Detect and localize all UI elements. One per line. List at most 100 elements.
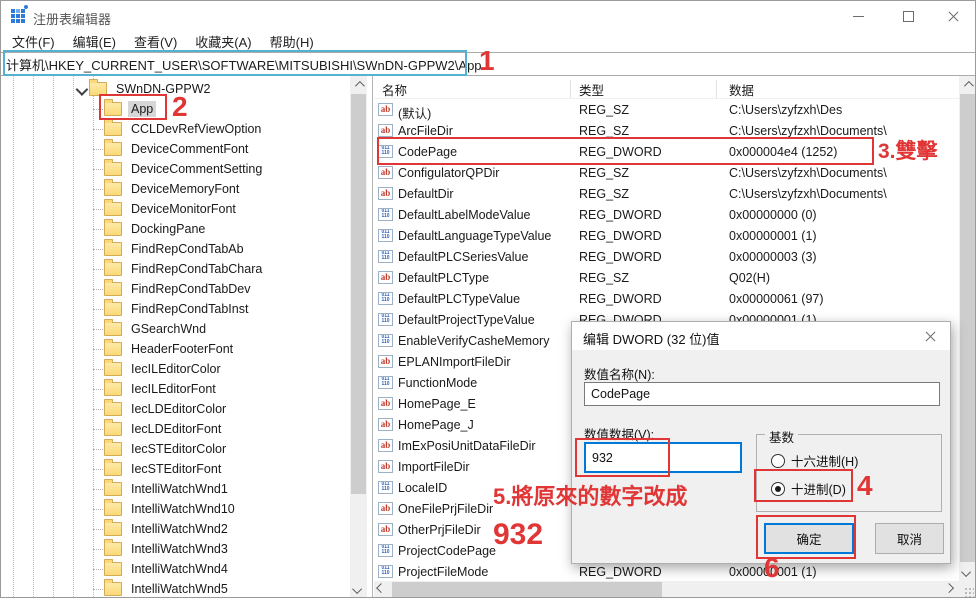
column-divider[interactable] — [570, 80, 571, 98]
ok-button[interactable]: 确定 — [764, 523, 854, 554]
value-name: ImportFileDir — [398, 460, 470, 474]
tree-node-label: IecSTEditorFont — [128, 461, 224, 477]
value-row-DefaultLabelModeValue[interactable]: 011110DefaultLabelModeValueREG_DWORD0x00… — [374, 205, 959, 226]
tree-node-label: IecSTEditorColor — [128, 441, 229, 457]
tree-node-FindRepCondTabAb[interactable]: FindRepCondTabAb — [1, 239, 265, 259]
value-row-(默认)[interactable]: ab(默认)REG_SZC:\Users\zyfzxh\Des — [374, 100, 959, 121]
tree-node-DeviceMemoryFont[interactable]: DeviceMemoryFont — [1, 179, 265, 199]
value-name: ImExPosiUnitDataFileDir — [398, 439, 536, 453]
tree-node-label: FindRepCondTabChara — [128, 261, 265, 277]
tree-connector — [93, 189, 103, 190]
value-name-text: CodePage — [591, 387, 650, 401]
value-type: REG_SZ — [579, 103, 629, 117]
scroll-right-button[interactable] — [942, 581, 959, 598]
tree-node-IntelliWatchWnd4[interactable]: IntelliWatchWnd4 — [1, 559, 265, 579]
menu-item-2[interactable]: 查看(V) — [125, 32, 186, 51]
value-row-DefaultDir[interactable]: abDefaultDirREG_SZC:\Users\zyfzxh\Docume… — [374, 184, 959, 205]
chevron-down-icon[interactable] — [75, 83, 88, 96]
reg-dword-icon: 011110 — [378, 145, 393, 158]
folder-icon — [104, 142, 122, 156]
tree-connector — [93, 509, 103, 510]
tree-node-IntelliWatchWnd5[interactable]: IntelliWatchWnd5 — [1, 579, 265, 598]
tree-node-IntelliWatchWnd1[interactable]: IntelliWatchWnd1 — [1, 479, 265, 499]
tree-node-DeviceCommentSetting[interactable]: DeviceCommentSetting — [1, 159, 265, 179]
tree-connector — [93, 229, 103, 230]
tree-node-FindRepCondTabChara[interactable]: FindRepCondTabChara — [1, 259, 265, 279]
radio-hexadecimal[interactable]: 十六进制(H) — [771, 451, 858, 470]
folder-icon — [104, 502, 122, 516]
radio-decimal[interactable]: 十进制(D) — [771, 479, 846, 498]
value-row-ProjectFileMode[interactable]: 011110ProjectFileModeREG_DWORD0x00000001… — [374, 562, 959, 583]
tree-connector — [93, 349, 103, 350]
value-row-DefaultPLCSeriesValue[interactable]: 011110DefaultPLCSeriesValueREG_DWORD0x00… — [374, 247, 959, 268]
scroll-up-button[interactable] — [959, 76, 976, 93]
tree-node-IecLDEditorColor[interactable]: IecLDEditorColor — [1, 399, 265, 419]
value-name: HomePage_J — [398, 418, 474, 432]
list-horizontal-scrollbar[interactable] — [374, 581, 959, 598]
folder-icon — [104, 522, 122, 536]
resize-grip[interactable] — [964, 587, 974, 597]
column-header-name[interactable]: 名称 — [382, 80, 407, 99]
value-row-CodePage[interactable]: 011110CodePageREG_DWORD0x000004e4 (1252) — [374, 142, 959, 163]
tree-node-label: CCLDevRefViewOption — [128, 121, 264, 137]
value-row-DefaultLanguageTypeValue[interactable]: 011110DefaultLanguageTypeValueREG_DWORD0… — [374, 226, 959, 247]
tree-node-IecSTEditorFont[interactable]: IecSTEditorFont — [1, 459, 265, 479]
tree-node-CCLDevRefViewOption[interactable]: CCLDevRefViewOption — [1, 119, 265, 139]
tree-node-IecLDEditorFont[interactable]: IecLDEditorFont — [1, 419, 265, 439]
tree-node-label: IntelliWatchWnd3 — [128, 541, 231, 557]
tree-node-App[interactable]: App — [1, 99, 265, 119]
scroll-down-button[interactable] — [350, 582, 367, 598]
tree-node-IntelliWatchWnd3[interactable]: IntelliWatchWnd3 — [1, 539, 265, 559]
scroll-left-button[interactable] — [374, 581, 391, 598]
reg-sz-icon: ab — [378, 271, 393, 284]
tree-node-label: DeviceMonitorFont — [128, 201, 239, 217]
scrollbar-thumb[interactable] — [960, 94, 975, 562]
menu-item-3[interactable]: 收藏夹(A) — [186, 32, 260, 51]
scrollbar-thumb[interactable] — [351, 94, 366, 494]
radio-label: 十进制(D) — [791, 479, 846, 498]
tree-node-FindRepCondTabDev[interactable]: FindRepCondTabDev — [1, 279, 265, 299]
cancel-button[interactable]: 取消 — [875, 523, 944, 554]
value-row-DefaultPLCType[interactable]: abDefaultPLCTypeREG_SZQ02(H) — [374, 268, 959, 289]
tree-node-FindRepCondTabInst[interactable]: FindRepCondTabInst — [1, 299, 265, 319]
tree-node-IecILEditorColor[interactable]: IecILEditorColor — [1, 359, 265, 379]
menu-item-0[interactable]: 文件(F) — [3, 32, 64, 51]
tree-node-DeviceMonitorFont[interactable]: DeviceMonitorFont — [1, 199, 265, 219]
tree-node-IecSTEditorColor[interactable]: IecSTEditorColor — [1, 439, 265, 459]
column-header-data[interactable]: 数据 — [729, 80, 754, 99]
value-row-ConfigulatorQPDir[interactable]: abConfigulatorQPDirREG_SZC:\Users\zyfzxh… — [374, 163, 959, 184]
scroll-down-button[interactable] — [959, 565, 976, 582]
address-bar[interactable]: 计算机\HKEY_CURRENT_USER\SOFTWARE\MITSUBISH… — [1, 52, 975, 76]
scrollbar-thumb[interactable] — [392, 582, 662, 597]
tree-node-IntelliWatchWnd10[interactable]: IntelliWatchWnd10 — [1, 499, 265, 519]
value-name-field[interactable]: CodePage — [584, 382, 940, 406]
value-data-field[interactable]: 932 — [584, 442, 742, 473]
close-button[interactable] — [931, 1, 976, 31]
tree-node-GSearchWnd[interactable]: GSearchWnd — [1, 319, 265, 339]
radio-icon[interactable] — [771, 454, 785, 468]
menu-item-1[interactable]: 编辑(E) — [64, 32, 125, 51]
column-header-type[interactable]: 类型 — [579, 80, 604, 99]
value-data: Q02(H) — [729, 271, 770, 285]
radio-icon[interactable] — [771, 482, 785, 496]
tree-node-DockingPane[interactable]: DockingPane — [1, 219, 265, 239]
reg-dword-icon: 011110 — [378, 565, 393, 578]
scroll-up-button[interactable] — [350, 76, 367, 93]
tree-node-DeviceCommentFont[interactable]: DeviceCommentFont — [1, 139, 265, 159]
tree-node-root[interactable]: SWnDN-GPPW2 — [1, 79, 213, 99]
tree-scrollbar[interactable] — [350, 76, 367, 598]
tree-node-label: DeviceCommentSetting — [128, 161, 265, 177]
tree-connector — [93, 569, 103, 570]
value-row-ArcFileDir[interactable]: abArcFileDirREG_SZC:\Users\zyfzxh\Docume… — [374, 121, 959, 142]
minimize-button[interactable] — [836, 1, 881, 31]
menu-item-4[interactable]: 帮助(H) — [261, 32, 323, 51]
column-divider[interactable] — [716, 80, 717, 98]
list-vertical-scrollbar[interactable] — [959, 76, 976, 598]
tree-node-IecILEditorFont[interactable]: IecILEditorFont — [1, 379, 265, 399]
maximize-button[interactable] — [886, 1, 931, 31]
tree-node-HeaderFooterFont[interactable]: HeaderFooterFont — [1, 339, 265, 359]
tree-node-IntelliWatchWnd2[interactable]: IntelliWatchWnd2 — [1, 519, 265, 539]
tree-node-label: FindRepCondTabAb — [128, 241, 247, 257]
dialog-close-button[interactable] — [910, 322, 950, 350]
value-row-DefaultPLCTypeValue[interactable]: 011110DefaultPLCTypeValueREG_DWORD0x0000… — [374, 289, 959, 310]
